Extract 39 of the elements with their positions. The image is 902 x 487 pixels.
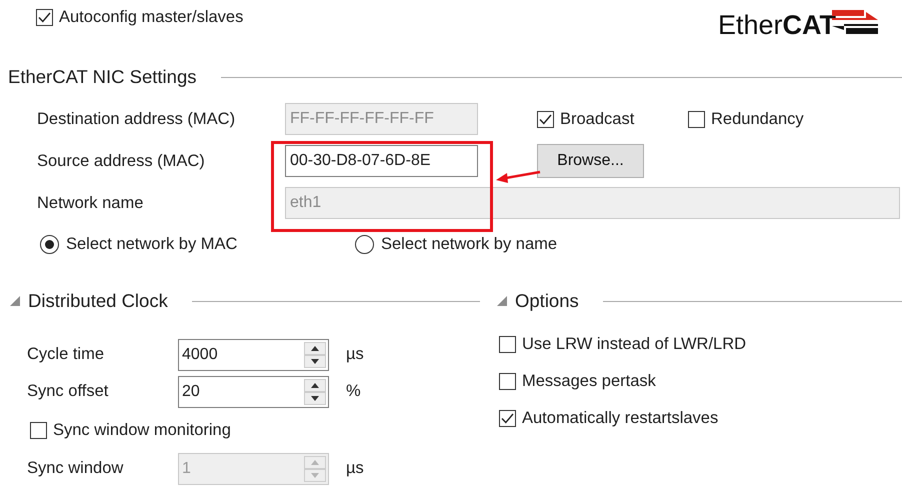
checkbox-label: Use LRW instead of LWR/LRD	[522, 335, 746, 354]
spin-box[interactable]: 4000	[178, 338, 329, 370]
section-title: Options	[515, 290, 579, 312]
checkbox[interactable]	[537, 110, 554, 128]
unit-label: µs	[346, 459, 364, 478]
spinner-icon[interactable]	[304, 342, 326, 368]
radio-label: Select network by name	[381, 234, 558, 254]
radio-button[interactable]	[40, 234, 59, 254]
radio-label: Select network by MAC	[66, 234, 238, 254]
collapse-icon[interactable]	[10, 296, 20, 306]
checkbox-label: Sync window monitoring	[53, 420, 231, 440]
field-label: Sync window	[27, 459, 124, 478]
checkbox[interactable]	[499, 336, 516, 353]
checkbox-label: Broadcast	[560, 110, 634, 128]
logo: EtherCAT	[718, 10, 880, 62]
unit-label: %	[346, 382, 361, 401]
checkbox[interactable]	[688, 110, 705, 128]
browse-button[interactable]: Browse...	[537, 144, 644, 178]
checkbox-label: Redundancy	[711, 110, 804, 128]
checkbox-label: Autoconfig master/slaves	[59, 8, 244, 26]
checkbox[interactable]	[30, 422, 47, 438]
checkbox-label: Automatically restartslaves	[522, 409, 718, 428]
field-label: Source address (MAC)	[37, 152, 206, 170]
field-label: Cycle time	[27, 345, 106, 364]
unit-label: µs	[346, 345, 364, 364]
section-title: EtherCAT NIC Settings	[8, 66, 196, 88]
field-label: Sync offset	[27, 382, 110, 401]
radio-button[interactable]	[355, 234, 374, 254]
field-label: Destination address (MAC)	[37, 110, 236, 128]
checkbox[interactable]	[36, 8, 53, 26]
field-label: Network name	[37, 194, 144, 212]
spinner-icon[interactable]	[304, 378, 326, 404]
checkbox-label: Messages pertask	[522, 372, 656, 391]
collapse-icon[interactable]	[497, 296, 507, 306]
text-field[interactable]: 00-30-D8-07-6D-8E	[285, 145, 478, 177]
checkbox[interactable]	[499, 410, 516, 427]
checkbox[interactable]	[499, 373, 516, 390]
section-title: Distributed Clock	[28, 290, 168, 312]
spin-box[interactable]: 20	[178, 376, 329, 408]
